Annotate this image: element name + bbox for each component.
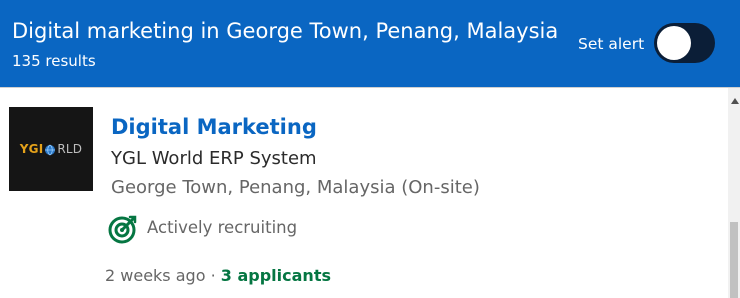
separator-dot: · bbox=[210, 266, 216, 285]
set-alert-toggle[interactable] bbox=[654, 23, 715, 63]
job-title-link[interactable]: Digital Marketing bbox=[111, 113, 317, 141]
header-divider bbox=[0, 87, 740, 88]
toggle-knob bbox=[657, 26, 691, 60]
search-title: Digital marketing in George Town, Penang… bbox=[12, 19, 559, 43]
globe-icon bbox=[45, 144, 56, 155]
company-logo[interactable]: YGI RLD bbox=[9, 107, 93, 191]
set-alert-label: Set alert bbox=[578, 35, 645, 53]
logo-wordmark: YGI RLD bbox=[19, 142, 83, 156]
search-results-header: Digital marketing in George Town, Penang… bbox=[0, 0, 740, 87]
results-count: 135 results bbox=[12, 52, 96, 70]
recruiting-status: Actively recruiting bbox=[147, 218, 298, 237]
job-location: George Town, Penang, Malaysia (On-site) bbox=[111, 177, 480, 198]
scrollbar-thumb[interactable] bbox=[730, 222, 738, 298]
scroll-up-arrow-icon[interactable] bbox=[731, 98, 739, 104]
job-footer: 2 weeks ago · 3 applicants bbox=[105, 265, 331, 287]
company-name: YGL World ERP System bbox=[111, 148, 317, 169]
applicants-count[interactable]: 3 applicants bbox=[221, 266, 331, 285]
target-icon bbox=[108, 215, 137, 244]
posted-time: 2 weeks ago bbox=[105, 266, 206, 285]
